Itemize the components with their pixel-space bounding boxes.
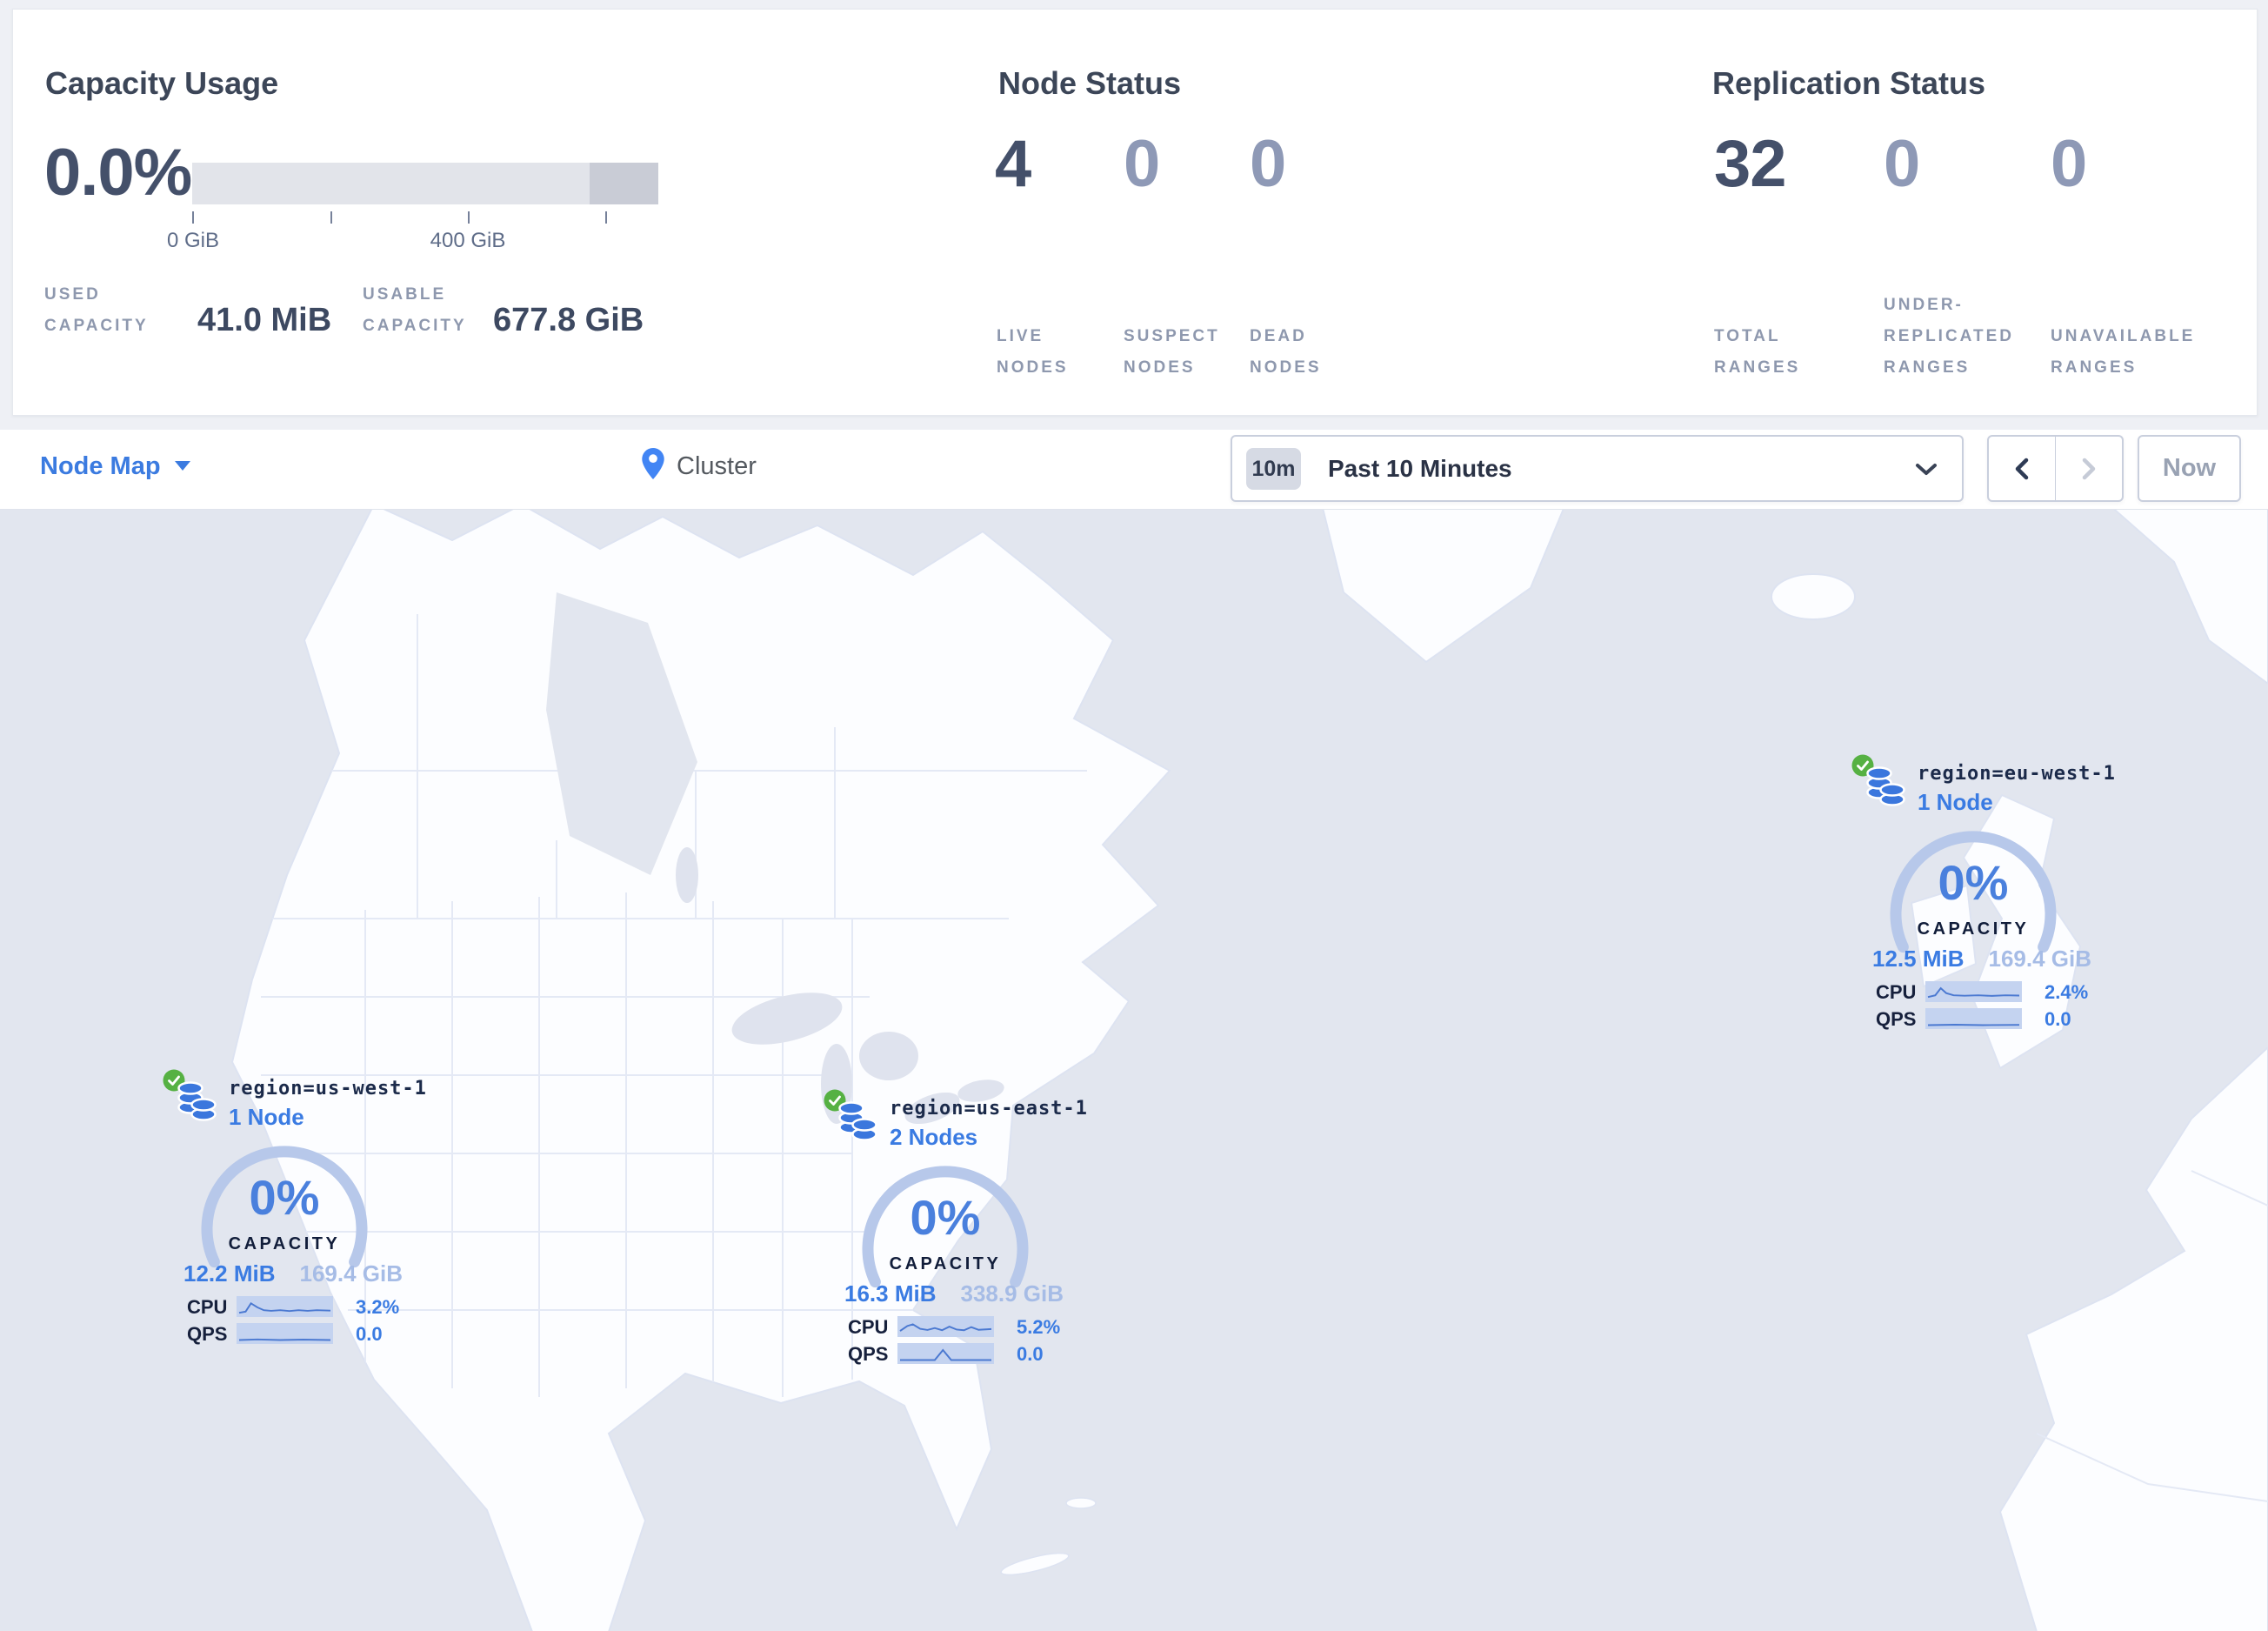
replication-status-title: Replication Status (1712, 65, 1986, 101)
region-node-count[interactable]: 1 Node (1918, 789, 1993, 816)
time-range-badge: 10m (1246, 448, 1301, 490)
capacity-percent: 0% (249, 1170, 320, 1225)
capacity-used-percent: 0.0% (44, 136, 192, 210)
cpu-sparkline (897, 1316, 994, 1337)
region-marker-us-east-1[interactable]: region=us-east-1 2 Nodes 0% Capacity 16.… (822, 1087, 1109, 1374)
caret-down-icon (174, 461, 190, 471)
cpu-sparkline (1925, 981, 2022, 1002)
qps-label: QPS (1876, 1008, 1917, 1030)
capacity-axis-tick (192, 211, 194, 224)
qps-value: 0.0 (1017, 1343, 1044, 1365)
unavailable-ranges-value: 0 (2051, 127, 2087, 201)
live-nodes-value: 4 (995, 127, 1031, 201)
region-label: region=us-west-1 (229, 1078, 427, 1100)
suspect-nodes-value: 0 (1124, 127, 1160, 201)
region-node-count[interactable]: 1 Node (229, 1104, 304, 1131)
chevron-right-icon (2082, 458, 2096, 479)
iceland-landmass (1771, 573, 1856, 620)
capacity-gauge-label: Capacity (1917, 919, 2030, 939)
capacity-used-value: 12.2 MiB (183, 1260, 276, 1287)
dead-nodes-label: Dead Nodes (1250, 326, 1322, 377)
qps-sparkline (897, 1343, 994, 1364)
capacity-axis-label-400: 400 GiB (430, 229, 506, 252)
capacity-bar-reserved-segment (590, 163, 658, 204)
capacity-used-value: 12.5 MiB (1872, 946, 1964, 972)
capacity-usable-value: 169.4 GiB (1988, 946, 2091, 972)
time-forward-button[interactable] (2055, 437, 2122, 500)
live-nodes-label: Live Nodes (997, 326, 1069, 377)
capacity-gauge-label: Capacity (889, 1254, 1002, 1273)
cpu-value: 3.2% (356, 1296, 400, 1318)
used-capacity-label: Used Capacity (44, 285, 149, 336)
node-map: region=us-west-1 1 Node 0% Capacity 12.2… (0, 510, 2268, 1631)
cpu-label: CPU (187, 1296, 228, 1318)
time-range-value: Past 10 Minutes (1328, 455, 1512, 482)
under-replicated-ranges-label: Under-replicated Ranges (1884, 295, 2014, 377)
chevron-left-icon (2015, 458, 2029, 479)
now-button[interactable]: Now (2138, 435, 2241, 502)
capacity-usable-value: 338.9 GiB (960, 1280, 1064, 1307)
cpu-sparkline (237, 1296, 333, 1317)
capacity-axis-tick (605, 211, 607, 224)
dead-nodes-value: 0 (1250, 127, 1286, 201)
location-pin-icon (642, 448, 664, 479)
cpu-value: 2.4% (2045, 981, 2089, 1003)
unavailable-ranges-label: Unavailable Ranges (2051, 326, 2196, 377)
qps-sparkline (237, 1323, 333, 1344)
usable-capacity-label: Usable Capacity (363, 285, 467, 336)
region-marker-us-west-1[interactable]: region=us-west-1 1 Node 0% Capacity 12.2… (161, 1067, 448, 1354)
capacity-usage-title: Capacity Usage (45, 65, 279, 101)
suspect-nodes-label: Suspect Nodes (1124, 326, 1220, 377)
qps-sparkline (1925, 1008, 2022, 1029)
qps-value: 0.0 (2045, 1008, 2071, 1030)
database-stack-icon (838, 1101, 877, 1141)
qps-value: 0.0 (356, 1323, 383, 1345)
cluster-summary-panel: Capacity Usage 0.0% 0 GiB 400 GiB Used C… (12, 9, 2258, 416)
region-label: region=eu-west-1 (1918, 763, 2116, 785)
map-toolbar: Node Map Cluster 10m Past 10 Minutes Now (0, 430, 2268, 510)
qps-label: QPS (187, 1323, 228, 1345)
capacity-percent: 0% (1938, 855, 2009, 910)
time-back-button[interactable] (1989, 437, 2055, 500)
region-marker-eu-west-1[interactable]: region=eu-west-1 1 Node 0% Capacity 12.5… (1850, 752, 2137, 1039)
cpu-label: CPU (848, 1316, 889, 1338)
capacity-axis-tick (468, 211, 470, 224)
view-selector-label: Node Map (40, 452, 161, 480)
under-replicated-ranges-value: 0 (1884, 127, 1920, 201)
cpu-label: CPU (1876, 981, 1917, 1003)
capacity-used-value: 16.3 MiB (844, 1280, 937, 1307)
capacity-bar (192, 163, 658, 204)
capacity-axis-tick (330, 211, 332, 224)
capacity-axis-label-0: 0 GiB (166, 229, 220, 252)
view-selector-dropdown[interactable]: Node Map (40, 452, 190, 481)
capacity-usable-value: 169.4 GiB (299, 1260, 403, 1287)
total-ranges-value: 32 (1714, 127, 1787, 201)
database-stack-icon (1866, 766, 1905, 806)
database-stack-icon (177, 1081, 217, 1121)
node-status-title: Node Status (998, 65, 1182, 101)
used-capacity-value: 41.0 MiB (197, 302, 332, 338)
time-range-select[interactable]: 10m Past 10 Minutes (1231, 435, 1964, 502)
region-label: region=us-east-1 (890, 1098, 1088, 1120)
chevron-down-icon (1916, 464, 1937, 475)
qps-label: QPS (848, 1343, 889, 1365)
capacity-percent: 0% (910, 1190, 981, 1245)
capacity-gauge-label: Capacity (228, 1234, 341, 1253)
time-step-buttons (1987, 435, 2124, 502)
region-node-count[interactable]: 2 Nodes (890, 1124, 977, 1151)
cpu-value: 5.2% (1017, 1316, 1061, 1338)
breadcrumb[interactable]: Cluster (677, 452, 757, 481)
usable-capacity-value: 677.8 GiB (493, 302, 644, 338)
total-ranges-label: Total Ranges (1714, 326, 1801, 377)
